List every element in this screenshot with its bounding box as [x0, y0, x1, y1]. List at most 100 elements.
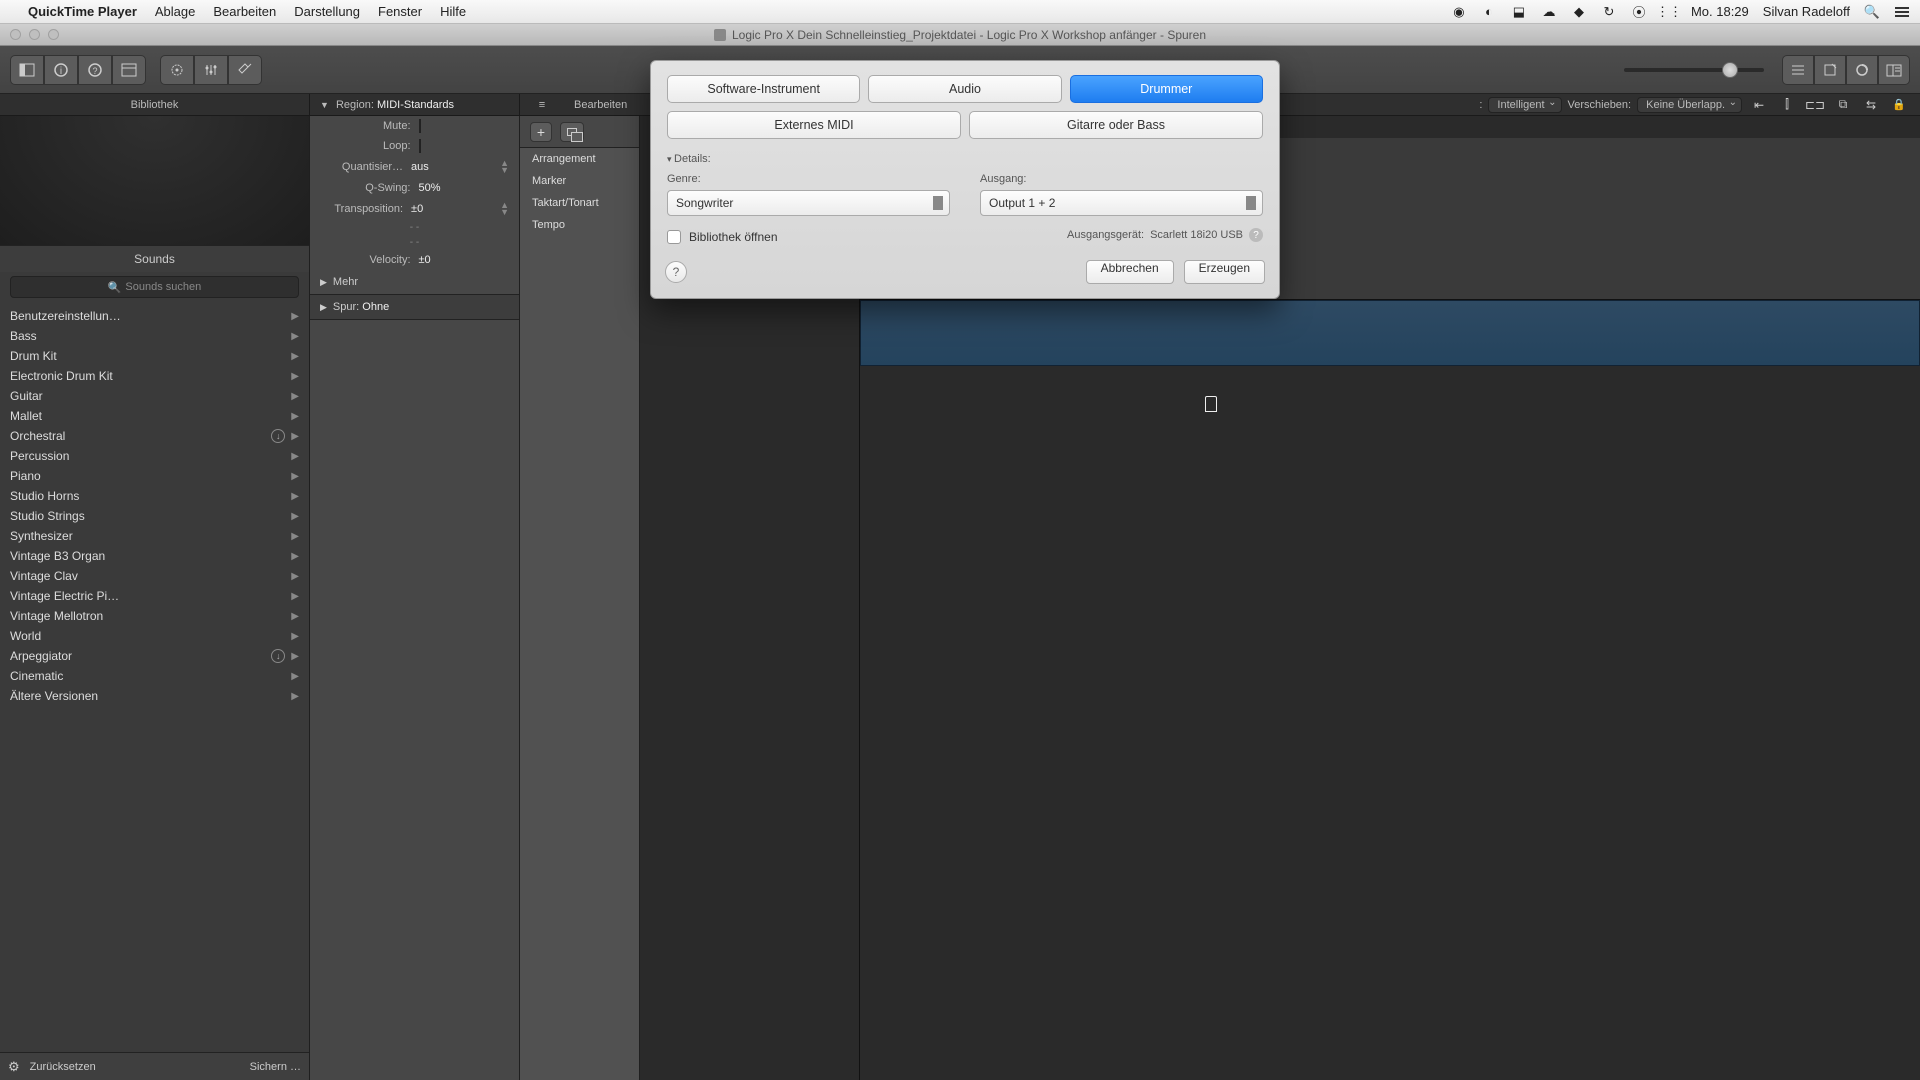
transposition-value[interactable]: ±0 [411, 203, 494, 215]
clock[interactable]: Mo. 18:29 [1691, 4, 1749, 19]
cancel-button[interactable]: Abbrechen [1086, 260, 1174, 284]
list-item[interactable]: Percussion▶ [0, 446, 309, 466]
app-name[interactable]: QuickTime Player [28, 4, 137, 19]
notepad-button[interactable] [1814, 55, 1846, 85]
quickhelp-button[interactable]: ? [78, 55, 112, 85]
mixer-button[interactable] [194, 55, 228, 85]
list-item[interactable]: Orchestral↓▶ [0, 426, 309, 446]
download-icon[interactable]: ↓ [271, 429, 285, 443]
open-library-checkbox[interactable] [667, 230, 681, 244]
dropbox-icon[interactable]: ⬓ [1511, 4, 1527, 20]
list-item[interactable]: Drum Kit▶ [0, 346, 309, 366]
qswing-value[interactable]: 50% [419, 182, 510, 194]
menu-bearbeiten[interactable]: Bearbeiten [213, 4, 276, 19]
snap-join-icon[interactable]: ⧉ [1832, 96, 1854, 114]
toolbar-toggle-button[interactable] [112, 55, 146, 85]
list-item[interactable]: Bass▶ [0, 326, 309, 346]
loop-browser-button[interactable] [1846, 55, 1878, 85]
genre-select[interactable]: Songwriter▲▼ [667, 190, 950, 216]
list-item[interactable]: Synthesizer▶ [0, 526, 309, 546]
browser-button[interactable] [1878, 55, 1910, 85]
reset-button[interactable]: Zurücksetzen [30, 1061, 96, 1073]
stepper-icon[interactable]: ▲▼ [500, 160, 509, 174]
list-item[interactable]: Vintage Mellotron▶ [0, 606, 309, 626]
list-item[interactable]: Vintage B3 Organ▶ [0, 546, 309, 566]
create-button[interactable]: Erzeugen [1184, 260, 1265, 284]
lock-icon[interactable]: 🔒 [1888, 96, 1910, 114]
add-track-button[interactable]: + [530, 122, 552, 142]
snap-align-icon[interactable]: ⫿ [1776, 96, 1798, 114]
output-device-info-icon[interactable]: ? [1249, 228, 1263, 242]
menu-fenster[interactable]: Fenster [378, 4, 422, 19]
output-select[interactable]: Output 1 + 2▲▼ [980, 190, 1263, 216]
timemachine-icon[interactable]: ↻ [1601, 4, 1617, 20]
sounds-search-input[interactable]: 🔍 Sounds suchen [10, 276, 299, 298]
track-disclosure[interactable]: ▶Spur: Ohne [310, 294, 519, 320]
loop-checkbox[interactable] [419, 139, 421, 153]
snap-left-icon[interactable]: ⇤ [1748, 96, 1770, 114]
snap-split-icon[interactable]: ⇆ [1860, 96, 1882, 114]
edit-menu-icon[interactable]: ≡ [528, 99, 556, 111]
snap-region-icon[interactable]: ⊏⊐ [1804, 96, 1826, 114]
tab-drummer[interactable]: Drummer [1070, 75, 1263, 103]
list-item[interactable]: Piano▶ [0, 466, 309, 486]
drag-mode-select[interactable]: Keine Überlapp. [1637, 97, 1742, 113]
list-item[interactable]: Vintage Electric Pi…▶ [0, 586, 309, 606]
mute-checkbox[interactable] [419, 119, 421, 133]
editors-button[interactable] [228, 55, 262, 85]
global-track-tempo[interactable]: Tempo [520, 214, 639, 236]
gear-icon[interactable]: ⚙ [8, 1059, 20, 1075]
sync-diamond-icon[interactable]: ◆ [1571, 4, 1587, 20]
selected-region[interactable] [860, 300, 1920, 366]
search-icon[interactable]: 🔍 [1864, 4, 1880, 20]
menu-darstellung[interactable]: Darstellung [294, 4, 360, 19]
list-editors-button[interactable] [1782, 55, 1814, 85]
menu-hilfe[interactable]: Hilfe [440, 4, 466, 19]
menu-ablage[interactable]: Ablage [155, 4, 195, 19]
notification-center-icon[interactable] [1894, 4, 1910, 20]
list-item[interactable]: Studio Horns▶ [0, 486, 309, 506]
list-item[interactable]: Arpeggiator↓▶ [0, 646, 309, 666]
library-toggle-button[interactable] [10, 55, 44, 85]
tab-audio[interactable]: Audio [868, 75, 1061, 103]
cloud-icon[interactable]: ☁ [1541, 4, 1557, 20]
airdrop-icon[interactable]: ⦿ [1631, 4, 1647, 20]
duplicate-track-button[interactable] [560, 122, 584, 142]
zoom-slider-knob[interactable] [1722, 62, 1738, 78]
inspector-toggle-button[interactable]: i [44, 55, 78, 85]
horizontal-zoom-slider[interactable] [1624, 68, 1764, 72]
list-item[interactable]: Benutzereinstellun…▶ [0, 306, 309, 326]
stepper-icon[interactable]: ▲▼ [500, 202, 509, 216]
app-status-icon[interactable]: ◐ [1481, 4, 1497, 20]
tab-external-midi[interactable]: Externes MIDI [667, 111, 961, 139]
tab-software-instrument[interactable]: Software-Instrument [667, 75, 860, 103]
list-item[interactable]: Ältere Versionen▶ [0, 686, 309, 706]
region-header[interactable]: ▼ Region: MIDI-Standards [310, 94, 520, 116]
record-status-icon[interactable]: ◉ [1451, 4, 1467, 20]
list-item[interactable]: Guitar▶ [0, 386, 309, 406]
list-item[interactable]: Vintage Clav▶ [0, 566, 309, 586]
download-icon[interactable]: ↓ [271, 649, 285, 663]
user-name[interactable]: Silvan Radeloff [1763, 4, 1850, 19]
global-track-signature[interactable]: Taktart/Tonart [520, 192, 639, 214]
smart-controls-button[interactable] [160, 55, 194, 85]
list-item[interactable]: Cinematic▶ [0, 666, 309, 686]
snap-mode-select[interactable]: Intelligent [1488, 97, 1561, 113]
details-disclosure[interactable]: Details: [667, 153, 1263, 165]
tab-guitar-bass[interactable]: Gitarre oder Bass [969, 111, 1263, 139]
edit-menu[interactable]: Bearbeiten [574, 99, 627, 111]
list-item[interactable]: Studio Strings▶ [0, 506, 309, 526]
window-traffic-lights[interactable] [10, 29, 59, 40]
list-item[interactable]: Mallet▶ [0, 406, 309, 426]
list-item[interactable]: Electronic Drum Kit▶ [0, 366, 309, 386]
more-disclosure[interactable]: ▶Mehr [310, 270, 519, 294]
disclosure-triangle-icon[interactable]: ▼ [320, 100, 329, 110]
velocity-value[interactable]: ±0 [419, 254, 510, 266]
global-track-arrangement[interactable]: Arrangement [520, 148, 639, 170]
quantize-value[interactable]: aus [411, 161, 494, 173]
wifi-icon[interactable]: ⋮⋮ [1661, 4, 1677, 20]
help-button[interactable]: ? [665, 261, 687, 283]
list-item[interactable]: World▶ [0, 626, 309, 646]
save-button[interactable]: Sichern … [250, 1061, 301, 1073]
global-track-marker[interactable]: Marker [520, 170, 639, 192]
